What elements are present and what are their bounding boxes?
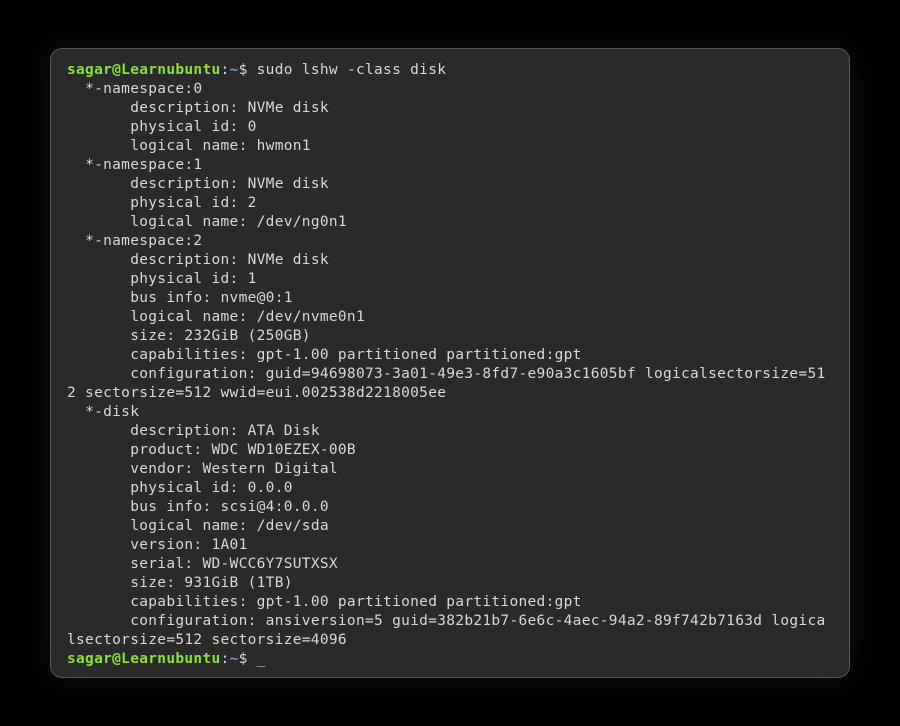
prompt-dollar-2: $ (239, 651, 257, 667)
terminal-window[interactable]: sagar@Learnubuntu:~$ sudo lshw -class di… (50, 48, 850, 678)
prompt-path-2: ~ (230, 651, 239, 667)
cursor: _ (257, 651, 266, 667)
prompt-user-host-2: sagar@Learnubuntu (67, 651, 221, 667)
prompt-dollar-1: $ (239, 62, 257, 78)
prompt-colon-1: : (221, 62, 230, 78)
command-text: sudo lshw -class disk (257, 62, 447, 78)
prompt-path-1: ~ (230, 62, 239, 78)
prompt-colon-2: : (221, 651, 230, 667)
prompt-user-host-1: sagar@Learnubuntu (67, 62, 221, 78)
terminal-content: sagar@Learnubuntu:~$ sudo lshw -class di… (67, 61, 833, 669)
command-output: *-namespace:0 description: NVMe disk phy… (67, 81, 826, 648)
